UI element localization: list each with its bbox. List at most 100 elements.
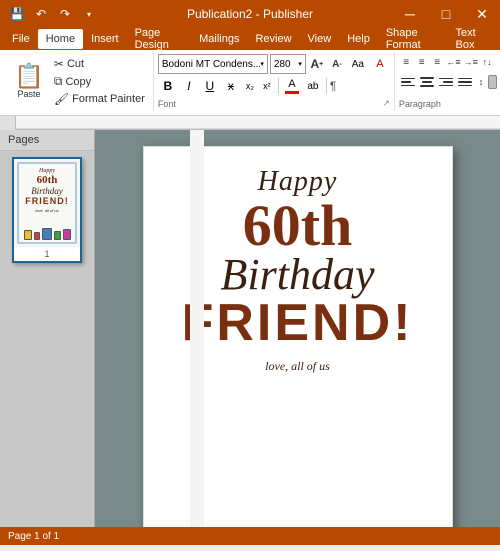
- strikethrough-button[interactable]: x: [221, 76, 241, 96]
- shading-button[interactable]: [488, 75, 497, 89]
- page-num-1: 1: [42, 247, 51, 261]
- paste-icon: 📋: [14, 65, 44, 89]
- save-button[interactable]: 💾: [6, 3, 28, 25]
- qat-dropdown-button[interactable]: ▾: [78, 3, 100, 25]
- maximize-button[interactable]: □: [428, 0, 464, 28]
- superscript-button[interactable]: x²: [259, 76, 275, 96]
- paragraph-row2: ↕ ⊞: [399, 74, 500, 90]
- font-row2: B I U x x₂ x² A ab ¶: [158, 76, 390, 96]
- menu-help[interactable]: Help: [339, 29, 378, 49]
- menu-insert[interactable]: Insert: [83, 29, 127, 49]
- font-color-button[interactable]: A: [282, 76, 302, 96]
- menu-mailings[interactable]: Mailings: [191, 29, 247, 49]
- ruler-container: [0, 116, 500, 130]
- format-painter-icon: 🖌: [54, 92, 69, 106]
- separator1: [278, 78, 279, 94]
- page-info: Page 1 of 1: [8, 531, 59, 542]
- menu-home[interactable]: Home: [38, 29, 83, 49]
- vertical-ruler: [190, 130, 204, 527]
- font-name-value: Bodoni MT Condens...: [162, 59, 260, 70]
- clear-formatting-button[interactable]: A: [370, 54, 390, 74]
- copy-icon: ⧉: [54, 74, 63, 89]
- font-row1: Bodoni MT Condens... ▾ 280 ▾ A+ A- Aa A: [158, 54, 390, 74]
- paragraph-marks-button[interactable]: ¶: [330, 79, 336, 93]
- increase-indent-button[interactable]: →≡: [463, 54, 479, 70]
- menu-text-box[interactable]: Text Box: [448, 29, 496, 49]
- cut-label: Cut: [67, 58, 84, 70]
- ruler-corner: [0, 116, 16, 130]
- status-bar: Page 1 of 1: [0, 527, 500, 545]
- paragraph-group: ≡ ≡ ≡ ←≡ →≡ ↑↓ ¶: [395, 52, 500, 111]
- window-controls[interactable]: ─ □ ✕: [392, 0, 500, 28]
- close-button[interactable]: ✕: [464, 0, 500, 28]
- separator2: [326, 78, 327, 94]
- format-painter-button[interactable]: 🖌 Format Painter: [50, 91, 149, 107]
- bold-button[interactable]: B: [158, 76, 178, 96]
- clipboard-small-buttons: ✂ Cut ⧉ Copy 🖌 Format Painter: [50, 54, 149, 109]
- font-group-label: Font: [158, 99, 176, 109]
- font-name-dropdown[interactable]: ▾: [260, 60, 264, 68]
- grow-font-button[interactable]: A+: [308, 55, 326, 73]
- show-paragraph-button[interactable]: ¶: [495, 54, 500, 70]
- canvas-area[interactable]: Happy 60th Birthday FRIEND! love, all of…: [95, 130, 500, 527]
- text-highlight-button[interactable]: ab: [303, 76, 323, 96]
- horizontal-ruler: [16, 116, 500, 130]
- paste-label: Paste: [17, 89, 40, 99]
- menu-review[interactable]: Review: [247, 29, 299, 49]
- font-size-box[interactable]: 280 ▾: [270, 54, 306, 74]
- numbering-button[interactable]: ≡: [414, 54, 429, 70]
- subscript-button[interactable]: x₂: [242, 76, 258, 96]
- copy-label: Copy: [65, 76, 91, 88]
- change-case-button[interactable]: Aa: [348, 54, 368, 74]
- menu-bar: File Home Insert Page Design Mailings Re…: [0, 28, 500, 50]
- font-color-bar: [285, 91, 299, 94]
- format-painter-label: Format Painter: [72, 93, 145, 105]
- line-spacing-button[interactable]: ↕: [475, 74, 487, 90]
- align-right-button[interactable]: [437, 75, 455, 89]
- menu-shape-format[interactable]: Shape Format: [378, 29, 448, 49]
- cut-button[interactable]: ✂ Cut: [50, 56, 149, 72]
- paste-button[interactable]: 📋 Paste: [8, 54, 50, 109]
- multilevel-list-button[interactable]: ≡: [430, 54, 445, 70]
- clipboard-group: 📋 Paste ✂ Cut ⧉ Copy 🖌 Format Painter: [4, 52, 154, 111]
- ribbon-content: 📋 Paste ✂ Cut ⧉ Copy 🖌 Format Painter: [0, 50, 500, 115]
- italic-button[interactable]: I: [179, 76, 199, 96]
- shrink-font-button[interactable]: A-: [328, 55, 346, 73]
- font-color-label: A: [288, 78, 295, 90]
- paragraph-group-footer: Paragraph ↗: [399, 98, 500, 109]
- bullets-button[interactable]: ≡: [399, 54, 414, 70]
- pages-panel: Pages Happy 60th Birthday FRIEND!: [0, 130, 95, 527]
- decrease-indent-button[interactable]: ←≡: [445, 54, 461, 70]
- align-left-button[interactable]: [399, 75, 417, 89]
- page-thumbnail-1[interactable]: Happy 60th Birthday FRIEND! love, all of…: [12, 157, 82, 263]
- menu-page-design[interactable]: Page Design: [127, 29, 192, 49]
- sort-button[interactable]: ↑↓: [480, 54, 495, 70]
- paragraph-group-label: Paragraph: [399, 99, 441, 109]
- font-dialog-launcher[interactable]: ↗: [382, 98, 390, 109]
- menu-view[interactable]: View: [300, 29, 340, 49]
- font-name-box[interactable]: Bodoni MT Condens... ▾: [158, 54, 268, 74]
- pages-scroll[interactable]: Happy 60th Birthday FRIEND! love, all of…: [0, 151, 94, 527]
- paragraph-row1: ≡ ≡ ≡ ←≡ →≡ ↑↓ ¶: [399, 54, 500, 70]
- title-bar: 💾 ↶ ↷ ▾ Publication2 - Publisher ─ □ ✕: [0, 0, 500, 28]
- underline-button[interactable]: U: [200, 76, 220, 96]
- justify-button[interactable]: [456, 75, 474, 89]
- pages-panel-label: Pages: [0, 130, 94, 151]
- ribbon: 📋 Paste ✂ Cut ⧉ Copy 🖌 Format Painter: [0, 50, 500, 116]
- window-title: Publication2 - Publisher: [187, 7, 313, 21]
- cut-icon: ✂: [54, 57, 64, 71]
- document: Happy 60th Birthday FRIEND! love, all of…: [143, 146, 453, 527]
- font-size-dropdown[interactable]: ▾: [298, 60, 302, 68]
- undo-button[interactable]: ↶: [30, 3, 52, 25]
- font-group: Bodoni MT Condens... ▾ 280 ▾ A+ A- Aa A …: [154, 52, 395, 111]
- page-thumb-inner: Happy 60th Birthday FRIEND! love, all of…: [14, 159, 80, 247]
- quick-access-toolbar[interactable]: 💾 ↶ ↷ ▾: [0, 0, 100, 28]
- redo-button[interactable]: ↷: [54, 3, 76, 25]
- minimize-button[interactable]: ─: [392, 0, 428, 28]
- align-center-button[interactable]: [418, 75, 436, 89]
- font-group-footer: Font ↗: [158, 98, 390, 109]
- main-area: Pages Happy 60th Birthday FRIEND!: [0, 130, 500, 527]
- font-size-value: 280: [274, 59, 291, 70]
- copy-button[interactable]: ⧉ Copy: [50, 73, 149, 90]
- menu-file[interactable]: File: [4, 29, 38, 49]
